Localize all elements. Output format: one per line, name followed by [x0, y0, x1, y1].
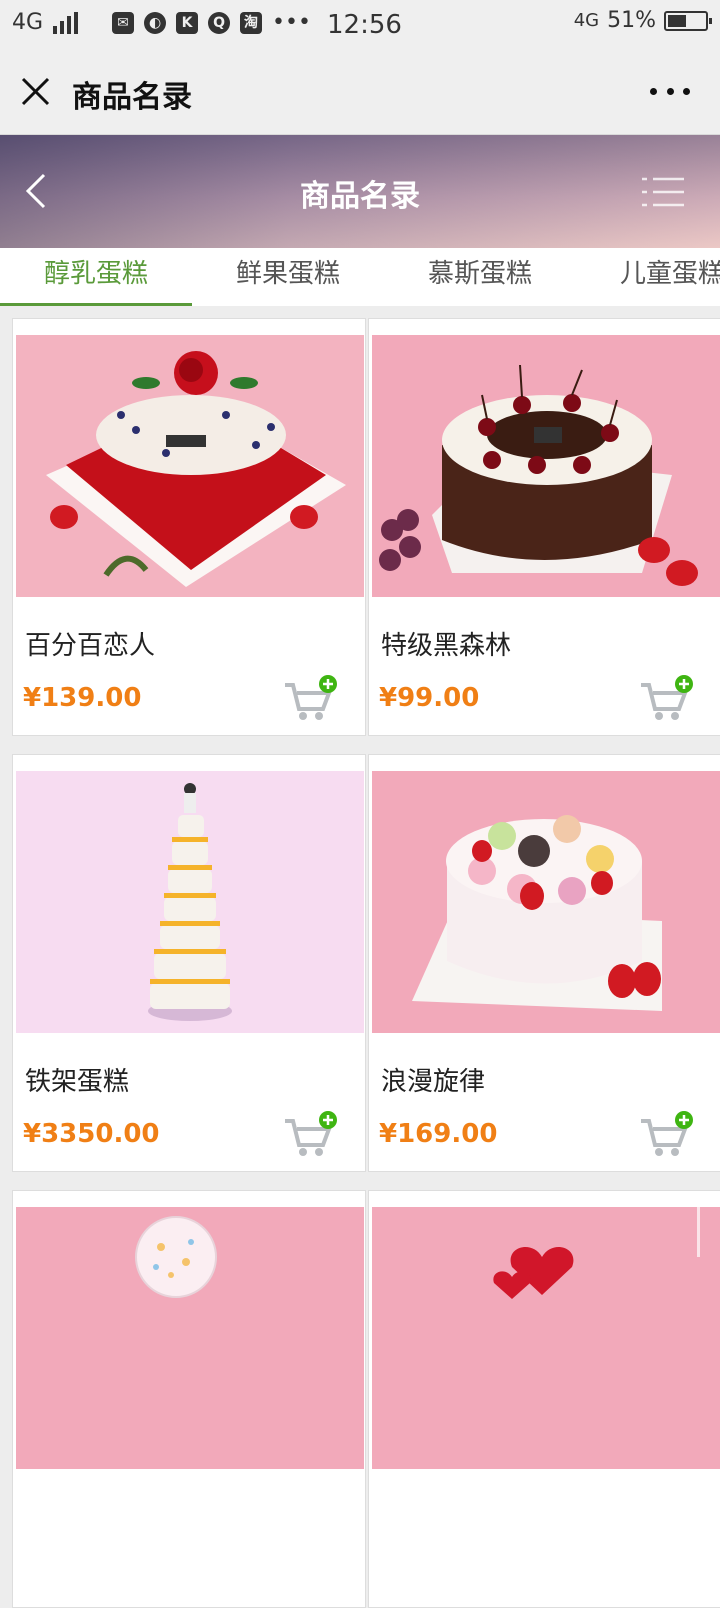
product-name: 特级黑森林 [381, 631, 512, 661]
top-nav-bar: 商品名录 [0, 50, 720, 135]
product-name: 铁架蛋糕 [25, 1067, 130, 1097]
clock: 12:56 [327, 10, 402, 40]
list-menu-icon [642, 177, 684, 207]
add-to-cart-button[interactable] [283, 1111, 339, 1159]
tab-fresh-fruit-cake[interactable]: 鲜果蛋糕 [192, 248, 384, 306]
product-card[interactable]: 特级黑森林 ¥99.00 [368, 318, 720, 736]
browser-icon: ◐ [144, 11, 167, 34]
signal-icon [53, 11, 79, 34]
product-card[interactable]: 铁架蛋糕 ¥3350.00 [12, 754, 366, 1172]
cake-photo-macaron [372, 771, 720, 1033]
more-menu-button[interactable] [650, 78, 690, 104]
cake-photo-rose-heart [16, 335, 364, 597]
close-button[interactable] [18, 74, 54, 110]
k-app-icon: K [176, 11, 199, 34]
cart-add-icon [641, 675, 693, 720]
product-price: ¥3350.00 [23, 1119, 160, 1149]
page-title: 商品名录 [72, 80, 192, 115]
cake-photo-hearts [372, 1207, 720, 1469]
battery-percent: 51% [607, 8, 656, 33]
cart-add-icon [285, 675, 337, 720]
more-notifications: ••• [272, 10, 311, 35]
status-bar: 4G ✉ ◐ K Q 淘 ••• 12:56 4G 51% [0, 0, 720, 50]
product-card[interactable]: 百分百恋人 ¥139.00 [12, 318, 366, 736]
header-banner: 商品名录 [0, 135, 720, 248]
product-price: ¥169.00 [379, 1119, 498, 1149]
q-app-icon: Q [208, 11, 231, 34]
cart-add-icon [285, 1111, 337, 1156]
status-right: 4G 51% [573, 8, 712, 33]
cart-add-icon [641, 1111, 693, 1156]
banner-title: 商品名录 [300, 179, 420, 214]
category-menu-button[interactable] [640, 175, 686, 209]
product-card[interactable] [12, 1190, 366, 1608]
network-type-right: 4G [573, 9, 600, 31]
product-price: ¥99.00 [379, 683, 480, 713]
cake-photo-black-forest [372, 335, 720, 597]
category-tabs: 醇乳蛋糕 鲜果蛋糕 慕斯蛋糕 儿童蛋糕 [0, 248, 720, 306]
more-dot [666, 87, 674, 95]
add-to-cart-button[interactable] [639, 1111, 695, 1159]
product-name: 浪漫旋律 [381, 1067, 486, 1097]
add-to-cart-button[interactable] [283, 675, 339, 723]
taobao-icon: 淘 [240, 11, 263, 34]
network-type: 4G [12, 10, 44, 35]
product-card[interactable]: 浪漫旋律 ¥169.00 [368, 754, 720, 1172]
product-card[interactable] [368, 1190, 720, 1608]
tab-kids-cake[interactable]: 儿童蛋糕 [576, 248, 720, 306]
add-to-cart-button[interactable] [639, 675, 695, 723]
cake-photo-balloon [16, 1207, 364, 1469]
product-price: ¥139.00 [23, 683, 142, 713]
battery-icon [664, 10, 712, 31]
product-name: 百分百恋人 [25, 631, 156, 661]
more-dots-icon [650, 87, 657, 95]
close-icon [21, 77, 50, 106]
tab-chunru-cake[interactable]: 醇乳蛋糕 [0, 248, 192, 306]
tab-mousse-cake[interactable]: 慕斯蛋糕 [384, 248, 576, 306]
status-left: 4G ✉ ◐ K Q 淘 ••• [12, 10, 311, 35]
more-dot [683, 87, 690, 95]
mail-icon: ✉ [112, 11, 135, 34]
cake-photo-tiered [16, 771, 364, 1033]
